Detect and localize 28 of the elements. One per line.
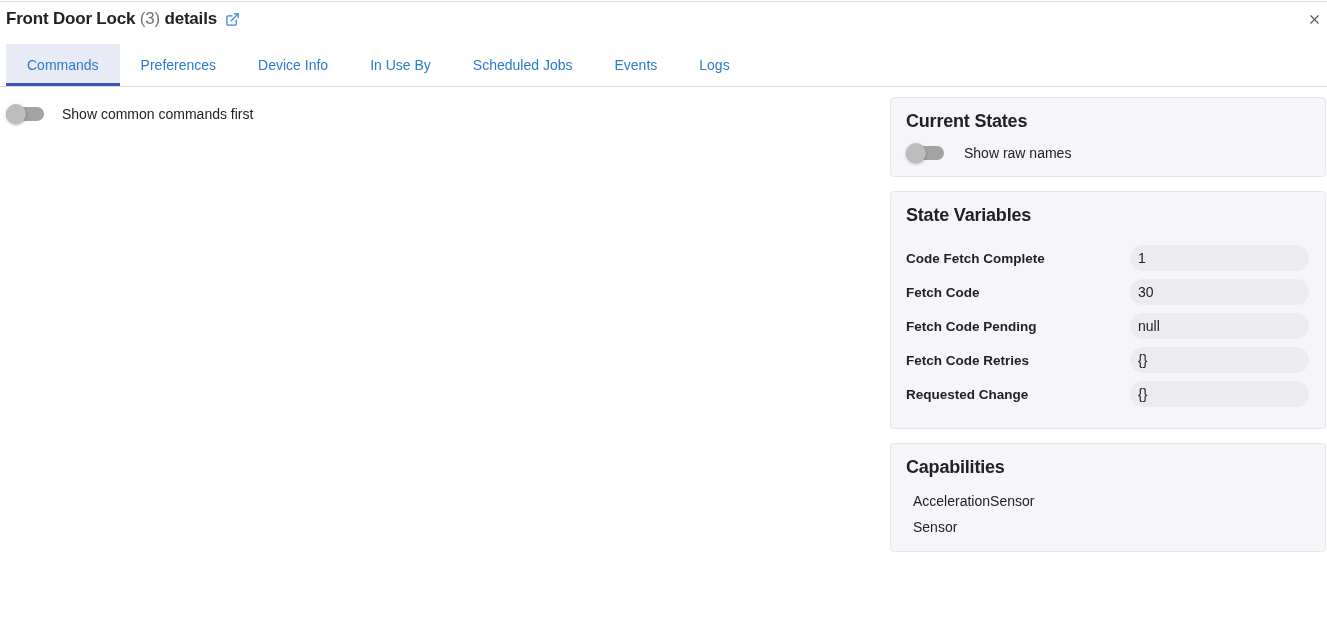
value-field: {} [1130, 347, 1309, 373]
capability-item: Sensor [913, 518, 959, 536]
variable-name: Fetch Code [906, 284, 981, 300]
dialog-title: Front Door Lock (3) details [6, 9, 217, 29]
tab[interactable]: Scheduled Jobs [451, 44, 594, 86]
card-title: Capabilities [906, 456, 1006, 478]
tab[interactable]: Preferences [119, 44, 238, 86]
variable-name: Fetch Code Retries [906, 352, 1031, 368]
tab[interactable]: Device Info [237, 44, 350, 86]
tab[interactable]: In Use By [349, 44, 452, 86]
card-title: Current States [906, 110, 1029, 132]
value-field: 30 [1130, 279, 1309, 305]
capability-item: AccelerationSensor [913, 492, 1036, 510]
variable-name: Requested Change [906, 386, 1030, 402]
tab[interactable]: Logs [678, 44, 751, 86]
card-title: State Variables [906, 204, 1033, 226]
toggle-label: Show raw names [964, 145, 1072, 161]
value-field: {} [1130, 381, 1309, 407]
toggle-switch[interactable] [906, 143, 944, 163]
variable-name: Code Fetch Complete [906, 250, 1046, 266]
variable-name: Fetch Code Pending [906, 318, 1038, 334]
tab[interactable]: Events [593, 44, 679, 86]
value-field: null [1130, 313, 1309, 339]
toggle-switch[interactable] [6, 104, 44, 124]
value-field: 1 [1130, 245, 1309, 271]
tab[interactable]: Commands [6, 44, 120, 86]
toggle-label: Show common commands first [62, 106, 254, 122]
external-link-icon[interactable] [224, 11, 240, 27]
